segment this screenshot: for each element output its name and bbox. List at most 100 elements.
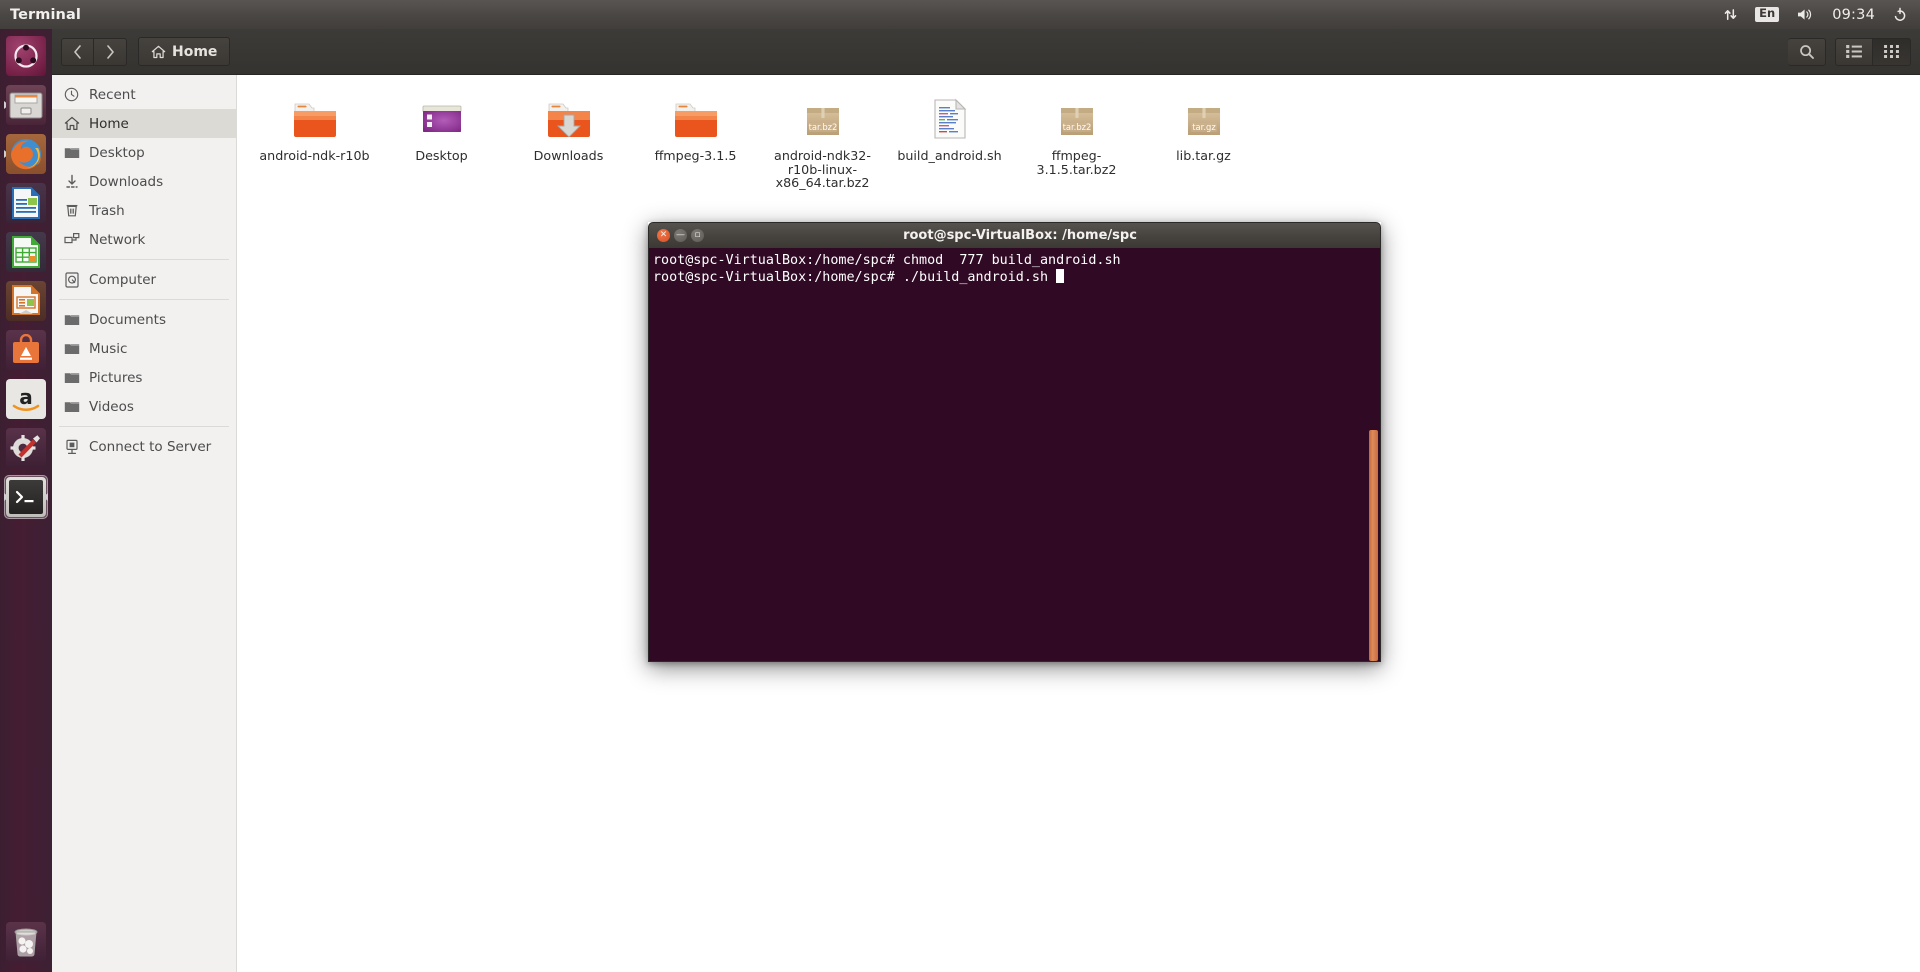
launcher-item-ubuntu-software[interactable] <box>4 328 48 372</box>
file-item-desktop[interactable]: Desktop <box>378 89 505 190</box>
file-label: android-ndk-r10b <box>259 148 370 163</box>
archive-badge-text: tar.bz2 <box>1062 122 1091 132</box>
sidebar-item-desktop[interactable]: Desktop <box>52 138 236 167</box>
places-sidebar: Recent Home Desktop Downloads Trash Netw… <box>52 75 237 972</box>
file-item-ffmpeg-archive[interactable]: tar.bz2 ffmpeg-3.1.5.tar.bz2 <box>1013 89 1140 190</box>
maximize-icon[interactable]: ▫ <box>691 229 704 242</box>
terminal-cursor <box>1056 269 1065 283</box>
sidebar-item-recent[interactable]: Recent <box>52 80 236 109</box>
home-icon <box>151 45 166 58</box>
desktop-folder-icon <box>418 95 466 143</box>
terminal-titlebar[interactable]: ✕ — ▫ root@spc-VirtualBox: /home/spc <box>648 222 1381 248</box>
archive-icon: tar.gz <box>1180 95 1228 143</box>
sidebar-item-label: Network <box>89 231 146 248</box>
trash-icon <box>63 202 80 219</box>
sidebar-separator <box>59 426 229 427</box>
launcher-item-amazon[interactable]: a <box>4 377 48 421</box>
sidebar-item-trash[interactable]: Trash <box>52 196 236 225</box>
list-view-button[interactable] <box>1835 37 1873 66</box>
volume-icon[interactable] <box>1796 7 1815 22</box>
sidebar-separator <box>59 299 229 300</box>
folder-icon <box>672 95 720 143</box>
file-item-build-android-sh[interactable]: build_android.sh <box>886 89 1013 190</box>
archive-badge-text: tar.gz <box>1192 122 1216 132</box>
toolbar-right-group <box>1788 37 1911 66</box>
view-mode-group <box>1835 37 1911 66</box>
folder-icon <box>63 398 80 415</box>
sidebar-item-home[interactable]: Home <box>52 109 236 138</box>
search-button[interactable] <box>1788 37 1826 66</box>
server-icon <box>63 438 80 455</box>
sidebar-item-documents[interactable]: Documents <box>52 305 236 334</box>
folder-icon <box>63 311 80 328</box>
chevron-left-icon <box>74 44 81 59</box>
sidebar-item-label: Downloads <box>89 173 164 190</box>
launcher-item-libreoffice-calc[interactable] <box>4 230 48 274</box>
network-updown-icon[interactable] <box>1723 7 1738 22</box>
sidebar-item-label: Videos <box>89 398 134 415</box>
clock[interactable]: 09:34 <box>1832 7 1875 23</box>
sidebar-item-label: Documents <box>89 311 166 328</box>
folder-icon <box>63 144 80 161</box>
launcher-item-ubuntu-dash[interactable] <box>4 34 48 78</box>
navigation-buttons <box>61 37 127 66</box>
close-icon[interactable]: ✕ <box>657 229 670 242</box>
computer-disk-icon <box>63 271 80 288</box>
launcher-item-system-settings[interactable] <box>4 426 48 470</box>
sidebar-item-downloads[interactable]: Downloads <box>52 167 236 196</box>
launcher-item-trash[interactable] <box>4 920 48 964</box>
breadcrumb-label: Home <box>172 43 218 60</box>
search-group <box>1788 37 1826 66</box>
folder-icon <box>291 95 339 143</box>
archive-icon: tar.bz2 <box>799 95 847 143</box>
grid-view-button[interactable] <box>1873 37 1911 66</box>
sidebar-item-label: Desktop <box>89 144 145 161</box>
launcher-item-firefox[interactable] <box>4 132 48 176</box>
download-icon <box>63 173 80 190</box>
file-label: Downloads <box>533 148 604 163</box>
breadcrumb-home[interactable]: Home <box>138 37 231 66</box>
sidebar-item-label: Pictures <box>89 369 143 386</box>
terminal-line-with-cursor: root@spc-VirtualBox:/home/spc# ./build_a… <box>653 269 1374 286</box>
file-manager-toolbar: Home <box>52 29 1920 75</box>
terminal-window[interactable]: ✕ — ▫ root@spc-VirtualBox: /home/spc roo… <box>648 222 1381 662</box>
terminal-body[interactable]: root@spc-VirtualBox:/home/spc# chmod 777… <box>648 248 1381 662</box>
sidebar-item-label: Recent <box>89 86 136 103</box>
sidebar-item-network[interactable]: Network <box>52 225 236 254</box>
panel-app-title[interactable]: Terminal <box>10 7 81 23</box>
file-item-android-ndk-r10b[interactable]: android-ndk-r10b <box>251 89 378 190</box>
launcher-item-files[interactable] <box>4 83 48 127</box>
launcher-item-terminal[interactable] <box>4 475 48 519</box>
unity-top-panel: Terminal En 09:34 <box>0 0 1920 29</box>
terminal-scrollbar[interactable] <box>1369 430 1378 661</box>
files-grid: android-ndk-r10b Desktop Downloads ffmpe… <box>251 89 1920 190</box>
sidebar-item-videos[interactable]: Videos <box>52 392 236 421</box>
file-item-android-ndk32-archive[interactable]: tar.bz2 android-ndk32-r10b-linux-x86_64.… <box>759 89 886 190</box>
file-label: ffmpeg-3.1.5.tar.bz2 <box>1036 148 1117 177</box>
sidebar-item-computer[interactable]: Computer <box>52 265 236 294</box>
archive-badge-text: tar.bz2 <box>808 122 837 132</box>
terminal-line: root@spc-VirtualBox:/home/spc# chmod 777… <box>653 253 1121 268</box>
sidebar-item-label: Home <box>89 115 129 132</box>
file-label: lib.tar.gz <box>1176 148 1231 163</box>
file-item-downloads[interactable]: Downloads <box>505 89 632 190</box>
forward-button[interactable] <box>94 37 127 66</box>
file-item-lib-archive[interactable]: tar.gz lib.tar.gz <box>1140 89 1267 190</box>
terminal-line-text: root@spc-VirtualBox:/home/spc# ./build_a… <box>653 270 1057 285</box>
sidebar-item-pictures[interactable]: Pictures <box>52 363 236 392</box>
back-button[interactable] <box>61 37 94 66</box>
folder-icon <box>63 340 80 357</box>
file-item-ffmpeg-3-1-5[interactable]: ffmpeg-3.1.5 <box>632 89 759 190</box>
sidebar-item-music[interactable]: Music <box>52 334 236 363</box>
launcher-item-libreoffice-writer[interactable] <box>4 181 48 225</box>
minimize-icon[interactable]: — <box>674 229 687 242</box>
file-label: Desktop <box>415 148 468 163</box>
launcher-item-libreoffice-impress[interactable] <box>4 279 48 323</box>
sidebar-item-label: Computer <box>89 271 157 288</box>
keyboard-layout-indicator[interactable]: En <box>1755 7 1780 22</box>
sidebar-separator <box>59 259 229 260</box>
unity-launcher: a <box>0 29 52 972</box>
power-gear-icon[interactable] <box>1892 7 1908 23</box>
sidebar-item-connect-to-server[interactable]: Connect to Server <box>52 432 236 461</box>
keyboard-layout-label: En <box>1755 7 1780 22</box>
